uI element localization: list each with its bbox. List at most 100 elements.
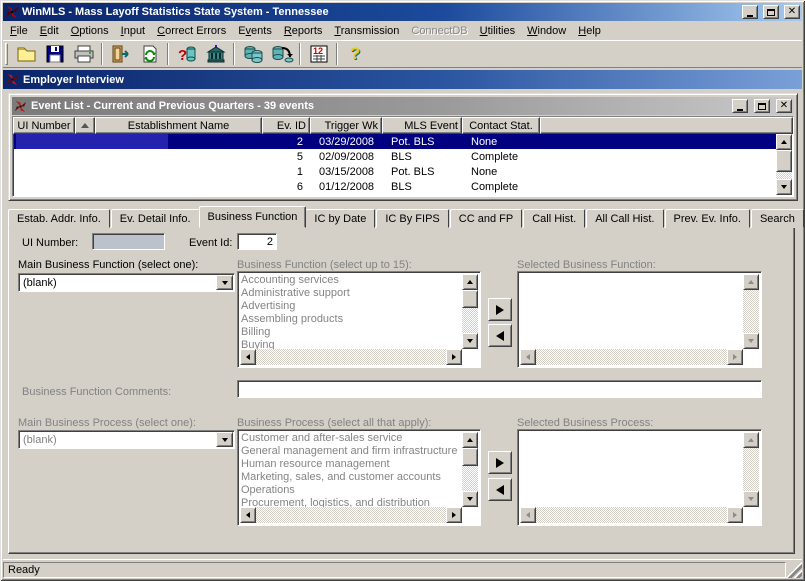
main-business-process-combo[interactable]: (blank) xyxy=(18,430,235,449)
menu-correct-errors[interactable]: Correct Errors xyxy=(151,23,232,39)
column-header-ui-number[interactable]: UI Number xyxy=(13,117,75,134)
selected-business-function-vscrollbar[interactable] xyxy=(743,274,759,349)
tab-ic-by-date[interactable]: IC by Date xyxy=(305,209,375,228)
column-header-trigger-wk[interactable]: Trigger Wk xyxy=(310,117,382,134)
list-item[interactable]: Buying xyxy=(241,339,462,349)
scrollbar-track[interactable] xyxy=(462,448,478,491)
scrollbar-track[interactable] xyxy=(776,150,792,179)
refresh-document-icon[interactable] xyxy=(135,42,164,67)
list-item[interactable]: Marketing, sales, and customer accounts xyxy=(241,471,462,484)
database-copy-icon[interactable] xyxy=(238,42,267,67)
scroll-up-icon[interactable] xyxy=(743,274,759,290)
event-list-close-button[interactable]: ✕ xyxy=(776,99,792,113)
list-item[interactable]: Billing xyxy=(241,326,462,339)
print-icon[interactable] xyxy=(69,42,98,67)
column-header-establishment-name[interactable]: Establishment Name xyxy=(95,117,262,134)
menu-utilities[interactable]: Utilities xyxy=(474,23,521,39)
scroll-down-icon[interactable] xyxy=(743,333,759,349)
tab-search[interactable]: Search xyxy=(751,209,804,228)
table-row[interactable]: 502/09/2008BLSComplete xyxy=(14,149,776,164)
business-process-hscrollbar[interactable] xyxy=(240,507,462,523)
scrollbar-track[interactable] xyxy=(743,448,759,491)
list-item[interactable]: Human resource management xyxy=(241,458,462,471)
selected-business-process-hscrollbar[interactable] xyxy=(520,507,743,523)
scrollbar-track[interactable] xyxy=(256,507,446,523)
scroll-right-icon[interactable] xyxy=(727,349,743,365)
menu-reports[interactable]: Reports xyxy=(278,23,329,39)
scroll-up-icon[interactable] xyxy=(776,134,792,150)
main-business-function-combo[interactable]: (blank) xyxy=(18,273,235,292)
business-function-hscrollbar[interactable] xyxy=(240,349,462,365)
scroll-left-icon[interactable] xyxy=(240,507,256,523)
table-row[interactable]: 601/12/2008BLSComplete xyxy=(14,179,776,194)
menu-events[interactable]: Events xyxy=(232,23,278,39)
ui-number-field[interactable] xyxy=(92,233,165,250)
scroll-down-icon[interactable] xyxy=(776,179,792,195)
bank-building-icon[interactable] xyxy=(201,42,230,67)
table-row[interactable]: 103/15/2008Pot. BLSNone xyxy=(14,164,776,179)
scroll-right-icon[interactable] xyxy=(446,349,462,365)
menu-help[interactable]: Help xyxy=(572,23,607,39)
scroll-up-icon[interactable] xyxy=(743,432,759,448)
tab-prev-ev-info-[interactable]: Prev. Ev. Info. xyxy=(665,209,750,228)
menu-transmission[interactable]: Transmission xyxy=(328,23,405,39)
list-item[interactable]: Administrative support xyxy=(241,287,462,300)
menu-window[interactable]: Window xyxy=(521,23,572,39)
tab-all-call-hist-[interactable]: All Call Hist. xyxy=(586,209,663,228)
open-folder-icon[interactable] xyxy=(11,42,40,67)
selected-business-function-hscrollbar[interactable] xyxy=(520,349,743,365)
resize-grip[interactable] xyxy=(786,562,802,578)
scrollbar-thumb[interactable] xyxy=(462,290,478,308)
maximize-button[interactable] xyxy=(763,5,779,19)
scroll-left-icon[interactable] xyxy=(240,349,256,365)
list-item[interactable]: Accounting services xyxy=(241,274,462,287)
business-function-listbox[interactable]: Accounting servicesAdministrative suppor… xyxy=(237,271,481,368)
event-list-maximize-button[interactable] xyxy=(754,99,770,113)
business-process-listbox[interactable]: Customer and after-sales serviceGeneral … xyxy=(237,429,481,526)
tab-ev-detail-info-[interactable]: Ev. Detail Info. xyxy=(111,209,200,228)
toolbar-grip[interactable] xyxy=(5,43,8,65)
tab-estab-addr-info-[interactable]: Estab. Addr. Info. xyxy=(8,209,110,228)
scrollbar-track[interactable] xyxy=(536,349,727,365)
list-item[interactable]: General management and firm infrastructu… xyxy=(241,445,462,458)
scroll-left-icon[interactable] xyxy=(520,507,536,523)
business-function-vscrollbar[interactable] xyxy=(462,274,478,349)
move-left-button[interactable] xyxy=(488,324,512,347)
exit-door-icon[interactable] xyxy=(106,42,135,67)
close-button[interactable]: ✕ xyxy=(784,5,800,19)
tab-cc-and-fp[interactable]: CC and FP xyxy=(450,209,522,228)
selected-business-process-listbox[interactable] xyxy=(517,429,762,526)
move-right-button[interactable] xyxy=(488,451,512,474)
list-item[interactable]: Procurement, logistics, and distribution xyxy=(241,497,462,507)
list-item[interactable]: Customer and after-sales service xyxy=(241,432,462,445)
scroll-up-icon[interactable] xyxy=(462,274,478,290)
database-select-icon[interactable] xyxy=(267,42,296,67)
scroll-down-icon[interactable] xyxy=(462,333,478,349)
menu-file[interactable]: File xyxy=(4,23,34,39)
chevron-down-icon[interactable] xyxy=(216,275,233,290)
scrollbar-track[interactable] xyxy=(536,507,727,523)
minimize-button[interactable] xyxy=(742,5,758,19)
table-row[interactable]: 203/29/2008Pot. BLSNone xyxy=(14,134,776,149)
scrollbar-track[interactable] xyxy=(462,290,478,333)
save-icon[interactable] xyxy=(40,42,69,67)
menu-options[interactable]: Options xyxy=(65,23,115,39)
selected-business-process-vscrollbar[interactable] xyxy=(743,432,759,507)
business-function-comments-input[interactable] xyxy=(237,380,762,398)
scroll-down-icon[interactable] xyxy=(462,491,478,507)
scroll-left-icon[interactable] xyxy=(520,349,536,365)
menu-edit[interactable]: Edit xyxy=(34,23,65,39)
business-process-vscrollbar[interactable] xyxy=(462,432,478,507)
scroll-down-icon[interactable] xyxy=(743,491,759,507)
scroll-up-icon[interactable] xyxy=(462,432,478,448)
chevron-down-icon[interactable] xyxy=(216,432,233,447)
scroll-right-icon[interactable] xyxy=(446,507,462,523)
event-id-field[interactable]: 2 xyxy=(237,233,277,250)
menu-input[interactable]: Input xyxy=(115,23,151,39)
scrollbar-track[interactable] xyxy=(256,349,446,365)
move-right-button[interactable] xyxy=(488,298,512,321)
help-icon[interactable]: ?? xyxy=(341,42,370,67)
scrollbar-track[interactable] xyxy=(743,290,759,333)
event-list-vertical-scrollbar[interactable] xyxy=(776,134,792,195)
query-database-icon[interactable]: ? xyxy=(172,42,201,67)
